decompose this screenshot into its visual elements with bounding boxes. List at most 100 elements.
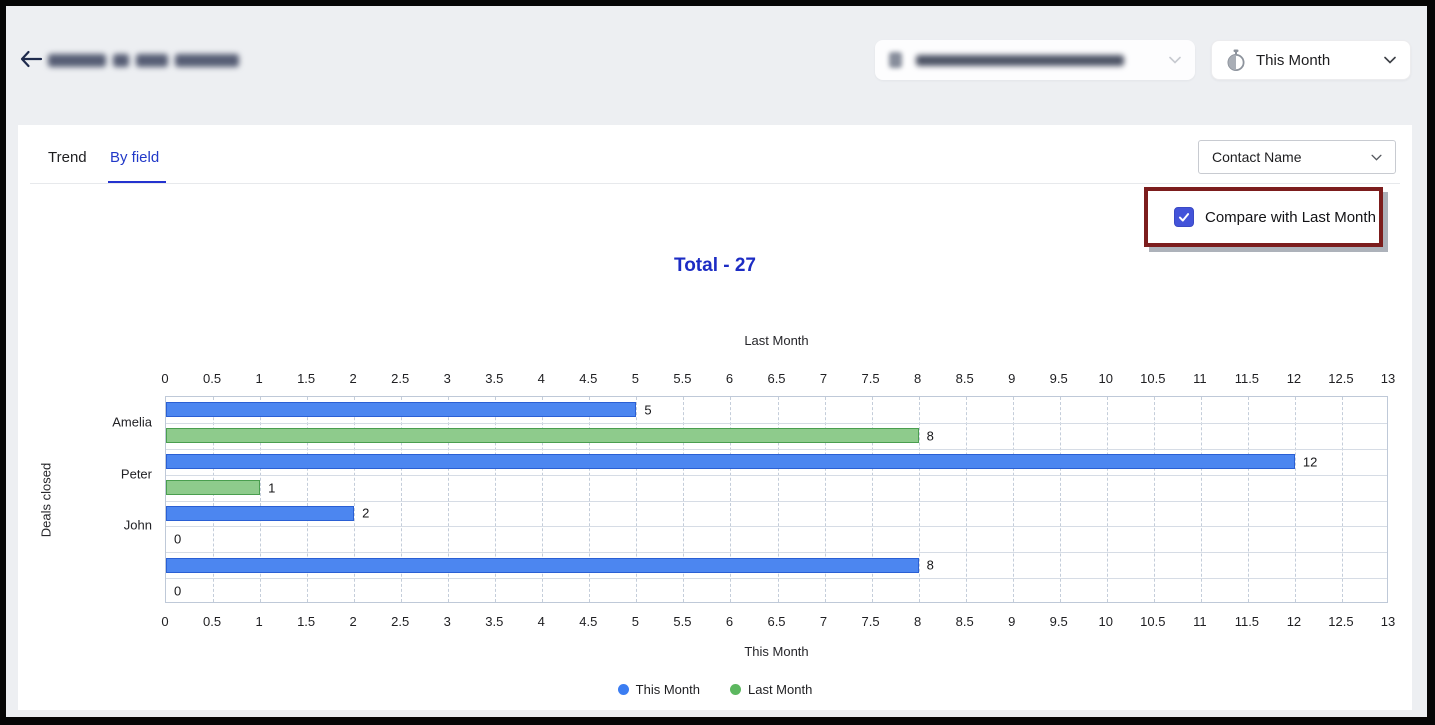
x-tick-label: 10.5 [1140,614,1165,629]
bottom-axis-ticks: 00.511.522.533.544.555.566.577.588.599.5… [165,614,1388,630]
bar-value-label: 12 [1303,454,1317,469]
row-separator-line [166,526,1387,527]
x-tick-label: 0 [161,371,168,386]
x-tick-label: 5.5 [673,614,691,629]
tabs-divider [30,183,1400,184]
x-tick-label: 0.5 [203,614,221,629]
x-tick-label: 3.5 [485,614,503,629]
x-tick-label: 9.5 [1050,371,1068,386]
x-tick-label: 8.5 [956,614,974,629]
user-icon [889,52,902,68]
row-separator-line [166,501,1387,502]
row-separator-line [166,578,1387,579]
row-separator-line [166,449,1387,450]
bar-this-month[interactable] [166,506,354,521]
vertical-gridline [1107,397,1108,602]
row-separator-line [166,552,1387,553]
stopwatch-icon [1226,49,1246,72]
x-tick-label: 7.5 [862,371,880,386]
y-axis-title: Deals closed [39,463,54,537]
period-dropdown[interactable]: This Month [1211,40,1411,80]
vertical-gridline [1248,397,1249,602]
x-tick-label: 12 [1287,614,1301,629]
x-tick-label: 6 [726,371,733,386]
x-tick-label: 12.5 [1328,371,1353,386]
x-tick-label: 1.5 [297,614,315,629]
x-tick-label: 10 [1099,371,1113,386]
category-label: Amelia [112,414,152,429]
back-button[interactable] [16,44,46,74]
x-tick-label: 9 [1008,614,1015,629]
x-tick-label: 5 [632,371,639,386]
bar-value-label: 5 [644,402,651,417]
legend-label: Last Month [748,682,812,697]
bar-value-label: 2 [362,506,369,521]
legend-dot-icon [618,684,629,695]
bar-value-label: 8 [927,428,934,443]
x-tick-label: 2 [350,614,357,629]
vertical-gridline [1154,397,1155,602]
x-tick-label: 3 [444,371,451,386]
x-tick-label: 11 [1193,371,1207,386]
x-tick-label: 12 [1287,371,1301,386]
group-by-field-dropdown[interactable]: Contact Name [1198,140,1396,174]
checkmark-icon [1177,210,1191,224]
x-tick-label: 7.5 [862,614,880,629]
x-tick-label: 7 [820,371,827,386]
chart-total-title: Total - 27 [18,255,1412,277]
user-filter-dropdown[interactable] [875,40,1195,80]
x-tick-label: 5 [632,614,639,629]
legend-label: This Month [636,682,700,697]
legend-item-this-month[interactable]: This Month [618,682,700,697]
x-tick-label: 1.5 [297,371,315,386]
bar-chart-plot-area: 581212080 [165,396,1388,603]
x-tick-label: 2 [350,371,357,386]
vertical-gridline [1201,397,1202,602]
compare-checkbox[interactable] [1174,207,1194,227]
redacted-user-names [916,55,1124,66]
x-tick-label: 6.5 [767,614,785,629]
bar-this-month[interactable] [166,558,919,573]
x-tick-label: 0.5 [203,371,221,386]
x-tick-label: 5.5 [673,371,691,386]
bar-this-month[interactable] [166,402,636,417]
x-tick-label: 4.5 [579,614,597,629]
legend-dot-icon [730,684,741,695]
x-tick-label: 13 [1381,614,1395,629]
vertical-gridline [919,397,920,602]
x-tick-label: 0 [161,614,168,629]
bottom-axis-title: This Month [165,644,1388,659]
x-tick-label: 8.5 [956,371,974,386]
chevron-down-icon [1371,154,1382,161]
bar-value-label: 1 [268,480,275,495]
legend-item-last-month[interactable]: Last Month [730,682,812,697]
bar-last-month[interactable] [166,428,919,443]
redacted-report-title [48,52,239,68]
x-tick-label: 11 [1193,614,1207,629]
bar-value-label: 0 [174,584,181,599]
x-tick-label: 4 [538,371,545,386]
bar-last-month[interactable] [166,480,260,495]
x-tick-label: 10 [1099,614,1113,629]
x-tick-label: 3.5 [485,371,503,386]
category-label: John [124,518,152,533]
app-window: This Month Trend By field Contact Name C… [0,0,1435,725]
tab-trend[interactable]: Trend [48,149,87,166]
chart-legend: This Month Last Month [18,682,1412,697]
bar-value-label: 8 [927,558,934,573]
x-tick-label: 6.5 [767,371,785,386]
x-tick-label: 8 [914,371,921,386]
x-tick-label: 7 [820,614,827,629]
x-tick-label: 2.5 [391,371,409,386]
tab-by-field[interactable]: By field [110,149,159,166]
x-tick-label: 10.5 [1140,371,1165,386]
x-tick-label: 1 [255,371,262,386]
x-tick-label: 11.5 [1235,614,1259,629]
top-axis-ticks: 00.511.522.533.544.555.566.577.588.599.5… [165,371,1388,387]
row-separator-line [166,475,1387,476]
x-tick-label: 2.5 [391,614,409,629]
highlight-annotation-box: Compare with Last Month [1144,187,1383,247]
bar-this-month[interactable] [166,454,1295,469]
vertical-gridline [966,397,967,602]
category-label: Peter [121,466,152,481]
